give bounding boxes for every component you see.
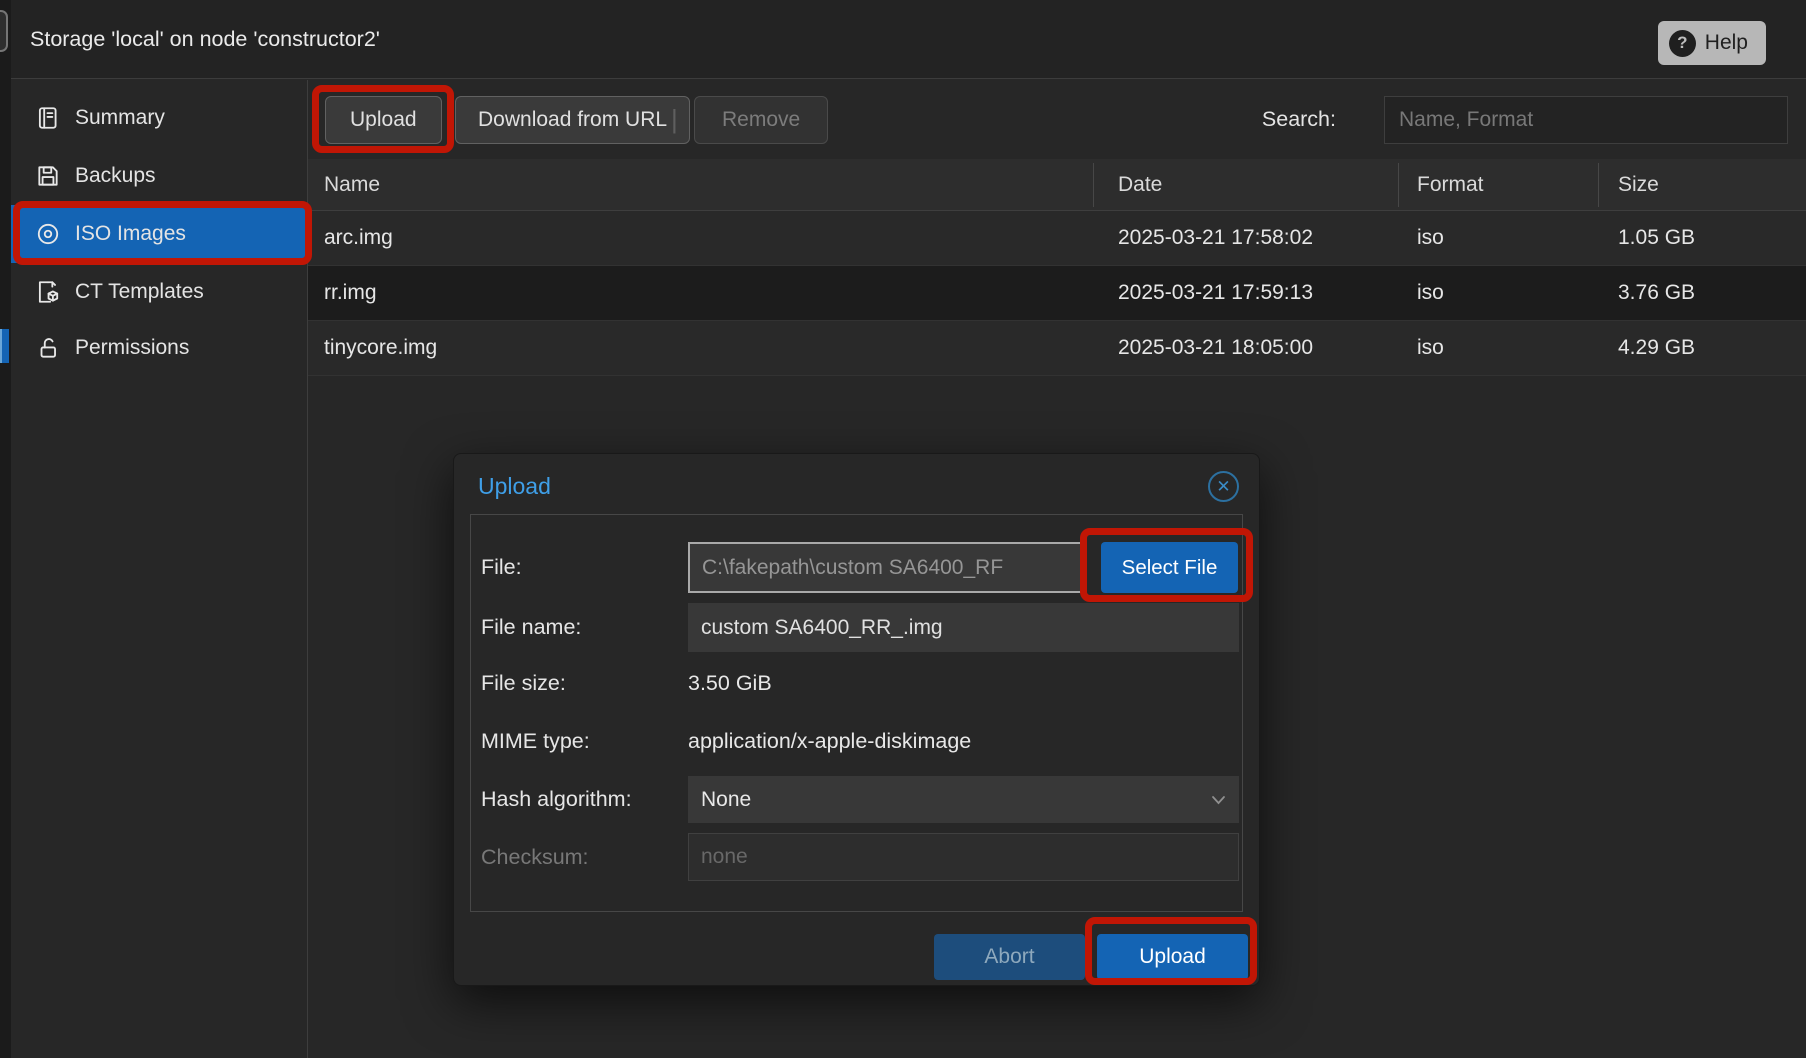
checksum-input bbox=[688, 833, 1239, 881]
upload-dialog: Upload ✕ File: C:\fakepath\custom SA6400… bbox=[453, 453, 1260, 986]
checksum-label: Checksum: bbox=[481, 845, 589, 870]
cell-date: 2025-03-21 17:58:02 bbox=[1118, 211, 1313, 265]
page-title: Storage 'local' on node 'constructor2' bbox=[30, 0, 380, 79]
sidebar-item-label: Backups bbox=[75, 164, 156, 188]
mime-type-value: application/x-apple-diskimage bbox=[688, 729, 971, 754]
cell-format: iso bbox=[1417, 211, 1444, 265]
file-cube-icon bbox=[35, 279, 61, 305]
sidebar-item-label: CT Templates bbox=[75, 280, 204, 304]
file-path-input[interactable]: C:\fakepath\custom SA6400_RF bbox=[688, 542, 1082, 593]
file-name-input[interactable]: custom SA6400_RR_.img bbox=[688, 603, 1239, 652]
hash-algorithm-label: Hash algorithm: bbox=[481, 787, 632, 812]
file-name-label: File name: bbox=[481, 615, 581, 640]
download-from-url-button[interactable]: Download from URL bbox=[455, 96, 690, 144]
sidebar-item-label: Summary bbox=[75, 106, 165, 130]
column-header-size[interactable]: Size bbox=[1618, 159, 1659, 211]
dialog-title: Upload bbox=[478, 473, 551, 500]
hash-algorithm-value: None bbox=[701, 788, 751, 811]
question-icon: ? bbox=[1669, 30, 1696, 57]
remove-button: Remove bbox=[694, 96, 828, 144]
cell-name: rr.img bbox=[324, 266, 377, 320]
cell-date: 2025-03-21 18:05:00 bbox=[1118, 321, 1313, 375]
upload-button[interactable]: Upload bbox=[325, 96, 442, 144]
dialog-footer: Abort Upload bbox=[454, 912, 1259, 987]
storage-sidebar: Summary Backups ISO Images CT Templates … bbox=[11, 80, 308, 1058]
file-label: File: bbox=[481, 555, 522, 580]
table-row[interactable]: tinycore.img 2025-03-21 18:05:00 iso 4.2… bbox=[308, 321, 1806, 376]
proxmox-storage-screen: Storage 'local' on node 'constructor2' ?… bbox=[0, 0, 1806, 1058]
file-size-label: File size: bbox=[481, 671, 566, 696]
hash-algorithm-select[interactable]: None bbox=[688, 776, 1239, 823]
sidebar-item-label: ISO Images bbox=[75, 222, 186, 246]
mime-type-label: MIME type: bbox=[481, 729, 590, 754]
sidebar-item-backups[interactable]: Backups bbox=[11, 147, 307, 205]
partial-panel-edge bbox=[0, 10, 8, 52]
table-header: Name Date Format Size bbox=[308, 159, 1806, 211]
table-row[interactable]: rr.img 2025-03-21 17:59:13 iso 3.76 GB bbox=[308, 266, 1806, 321]
top-bar: Storage 'local' on node 'constructor2' ?… bbox=[0, 0, 1806, 79]
cell-date: 2025-03-21 17:59:13 bbox=[1118, 266, 1313, 320]
select-file-button[interactable]: Select File bbox=[1101, 542, 1238, 593]
column-header-format[interactable]: Format bbox=[1417, 159, 1484, 211]
abort-button: Abort bbox=[934, 934, 1085, 980]
toolbar-separator: | bbox=[671, 80, 678, 159]
chevron-down-icon bbox=[1211, 795, 1226, 805]
left-edge-strip bbox=[0, 0, 11, 1058]
cell-size: 3.76 GB bbox=[1618, 266, 1695, 320]
close-icon[interactable]: ✕ bbox=[1208, 471, 1239, 502]
cell-name: tinycore.img bbox=[324, 321, 437, 375]
sidebar-item-permissions[interactable]: Permissions bbox=[11, 319, 307, 377]
sidebar-item-ct-templates[interactable]: CT Templates bbox=[11, 263, 307, 321]
sidebar-item-summary[interactable]: Summary bbox=[11, 89, 307, 147]
dialog-form: File: C:\fakepath\custom SA6400_RF Selec… bbox=[470, 514, 1243, 912]
book-icon bbox=[35, 105, 61, 131]
column-divider bbox=[1398, 163, 1399, 207]
help-button-label: Help bbox=[1705, 31, 1748, 55]
cell-size: 4.29 GB bbox=[1618, 321, 1695, 375]
sidebar-item-iso-images[interactable]: ISO Images bbox=[11, 205, 307, 263]
cell-size: 1.05 GB bbox=[1618, 211, 1695, 265]
dialog-upload-button[interactable]: Upload bbox=[1097, 934, 1248, 980]
cd-icon bbox=[35, 221, 61, 247]
unlock-icon bbox=[35, 335, 61, 361]
sidebar-item-label: Permissions bbox=[75, 336, 189, 360]
column-header-name[interactable]: Name bbox=[324, 159, 380, 211]
close-glyph: ✕ bbox=[1216, 477, 1230, 497]
floppy-icon bbox=[35, 163, 61, 189]
search-label: Search: bbox=[1262, 80, 1336, 159]
search-input[interactable] bbox=[1384, 96, 1788, 144]
column-header-date[interactable]: Date bbox=[1118, 159, 1162, 211]
column-divider bbox=[1093, 163, 1094, 207]
cell-format: iso bbox=[1417, 266, 1444, 320]
column-divider bbox=[1598, 163, 1599, 207]
partial-selected-tree-item bbox=[0, 329, 9, 363]
table-row[interactable]: arc.img 2025-03-21 17:58:02 iso 1.05 GB bbox=[308, 211, 1806, 266]
cell-format: iso bbox=[1417, 321, 1444, 375]
file-size-value: 3.50 GiB bbox=[688, 671, 772, 696]
help-button[interactable]: ? Help bbox=[1658, 21, 1766, 65]
cell-name: arc.img bbox=[324, 211, 393, 265]
